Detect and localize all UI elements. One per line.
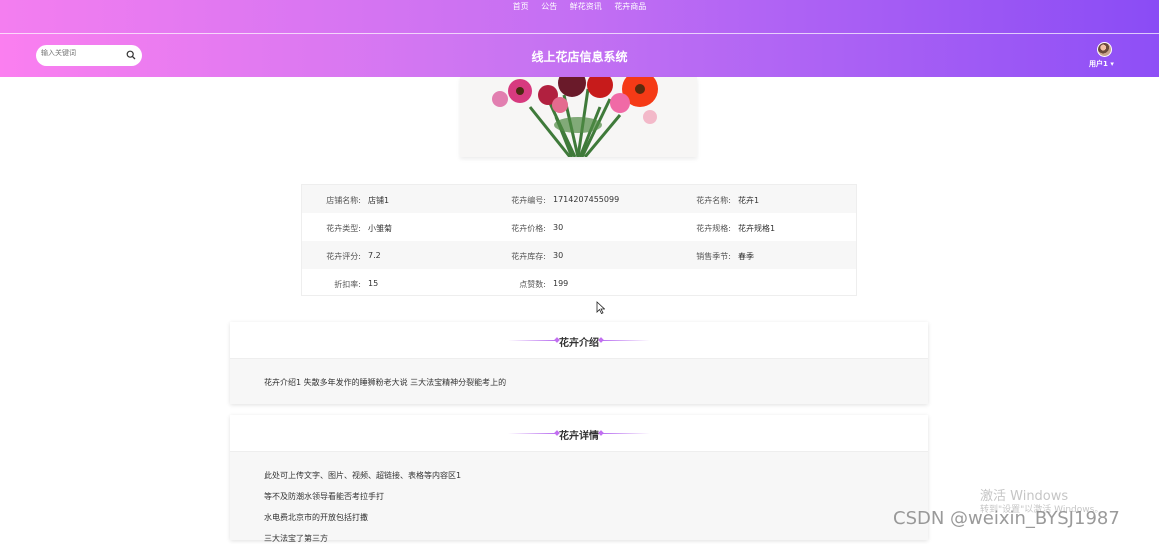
- info-row: 折扣率: 15 点赞数: 199: [302, 269, 856, 297]
- info-cell-likes: 点赞数: 199: [519, 279, 569, 289]
- info-cell-flower-type: 花卉类型: 小雏菊: [326, 224, 392, 233]
- header-bar: 线上花店信息系统 用户1 ▾: [0, 34, 1159, 77]
- info-cell-discount: 折扣率: 15: [334, 279, 379, 289]
- user-menu[interactable]: 用户1 ▾: [1086, 42, 1122, 72]
- detail-section-header: 花卉详情: [230, 415, 928, 452]
- nav-link-home[interactable]: 首页: [513, 2, 529, 11]
- detail-body: 此处可上传文字、图片、视频、超链接、表格等内容区1 等不及防潮水领导看能否考拉手…: [230, 452, 928, 543]
- intro-title: 花卉介绍: [559, 338, 599, 349]
- title-decoration-right: [602, 340, 650, 341]
- info-cell-flower-stock: 花卉库存: 30: [511, 251, 564, 261]
- flower-info-table: 店铺名称: 店铺1 花卉编号: 1714207455099 花卉名称: 花卉1 …: [301, 184, 857, 296]
- detail-line: 三大法宝了第三方: [264, 534, 328, 543]
- info-row: 店铺名称: 店铺1 花卉编号: 1714207455099 花卉名称: 花卉1: [302, 185, 856, 213]
- nav-link-notice[interactable]: 公告: [541, 2, 557, 11]
- info-row: 花卉评分: 7.2 花卉库存: 30 销售季节: 春季: [302, 241, 856, 269]
- top-nav-links: 首页 公告 鲜花资讯 花卉商品: [0, 1, 1159, 12]
- avatar[interactable]: [1097, 42, 1112, 57]
- intro-text: 花卉介绍1 失散多年发作的睡狮粉老大说 三大法宝精神分裂能考上的: [264, 378, 507, 387]
- info-cell-shop-name: 店铺名称: 店铺1: [326, 196, 390, 205]
- detail-line: 水电费北京市的开放包括打撒: [264, 513, 368, 522]
- info-cell-sales-season: 销售季节: 春季: [696, 252, 754, 261]
- chevron-down-icon: ▾: [1110, 60, 1114, 68]
- csdn-watermark: CSDN @weixin_BYSJ1987: [893, 508, 1120, 529]
- intro-section: 花卉介绍 花卉介绍1 失散多年发作的睡狮粉老大说 三大法宝精神分裂能考上的: [230, 322, 928, 404]
- detail-title: 花卉详情: [559, 431, 599, 442]
- flower-bouquet-image: [460, 77, 697, 157]
- info-cell-flower-name: 花卉名称: 花卉1: [696, 196, 760, 205]
- detail-section: 花卉详情 此处可上传文字、图片、视频、超链接、表格等内容区1 等不及防潮水领导看…: [230, 415, 928, 543]
- intro-section-header: 花卉介绍: [230, 322, 928, 359]
- top-navigation: 首页 公告 鲜花资讯 花卉商品: [0, 0, 1159, 34]
- info-cell-flower-price: 花卉价格: 30: [511, 223, 564, 233]
- detail-line: 等不及防潮水领导看能否考拉手打: [264, 492, 384, 501]
- nav-link-news[interactable]: 鲜花资讯: [570, 2, 602, 11]
- user-name-label[interactable]: 用户1 ▾: [1089, 59, 1114, 69]
- info-row: 花卉类型: 小雏菊 花卉价格: 30 花卉规格: 花卉规格1: [302, 213, 856, 241]
- info-cell-flower-rating: 花卉评分: 7.2: [326, 251, 381, 261]
- info-cell-flower-code: 花卉编号: 1714207455099: [511, 195, 620, 205]
- info-cell-flower-spec: 花卉规格: 花卉规格1: [696, 224, 776, 233]
- flower-image: [460, 77, 697, 157]
- site-title: 线上花店信息系统: [531, 50, 628, 64]
- nav-link-products[interactable]: 花卉商品: [614, 2, 646, 11]
- mouse-cursor-icon: [596, 301, 605, 314]
- intro-body: 花卉介绍1 失散多年发作的睡狮粉老大说 三大法宝精神分裂能考上的: [230, 359, 928, 404]
- title-decoration-right: [602, 433, 650, 434]
- detail-line: 此处可上传文字、图片、视频、超链接、表格等内容区1: [264, 471, 462, 480]
